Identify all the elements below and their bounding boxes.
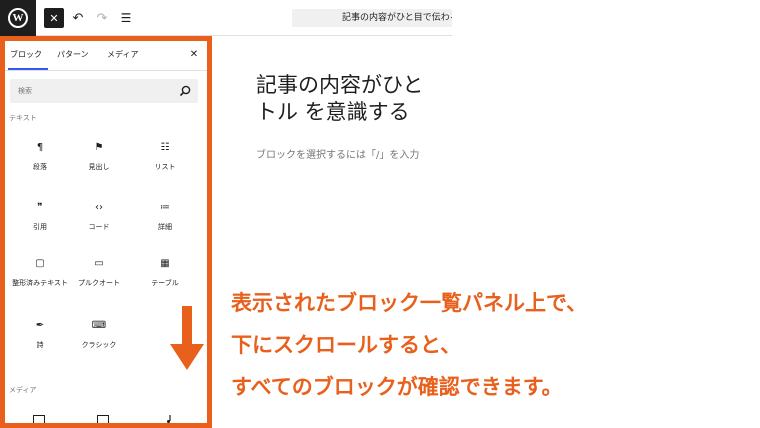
block-item-label: テーブル <box>151 279 179 287</box>
inserter-tabs: ブロック パターン メディア ✕ <box>5 41 207 71</box>
list-icon: ☷ <box>160 142 170 153</box>
code-icon: ‹› <box>95 202 103 213</box>
category-label-text: テキスト <box>9 114 37 122</box>
block-item-label: 詳細 <box>158 223 172 231</box>
undo-button[interactable]: ↶ <box>68 8 88 28</box>
tab-blocks[interactable]: ブロック <box>8 41 48 70</box>
annotation-line-2: 下にスクロールすると、 <box>231 333 462 357</box>
block-item[interactable]: ✒ 詩 <box>9 317 71 365</box>
search-placeholder: 検索 <box>18 87 32 95</box>
editor-top-toolbar: W ✕ ↶ ↷ ☰ 記事の内容がひと目で伝わるタ <box>0 0 452 36</box>
block-item[interactable]: ☷ リスト <box>134 139 196 187</box>
block-item-label: 詩 <box>36 341 44 349</box>
block-item[interactable]: ⚑ 見出し <box>68 139 130 187</box>
category-label-media: メディア <box>9 386 37 394</box>
block-item-label: 段落 <box>33 163 47 171</box>
block-item[interactable]: ≔ 詳細 <box>134 199 196 247</box>
block-item-label: プルクオート <box>78 279 120 287</box>
keyboard-icon: ⌨ <box>91 320 107 331</box>
annotation-line-1: 表示されたブロック一覧パネル上で、 <box>231 291 588 315</box>
block-item-label: 引用 <box>33 223 47 231</box>
preformatted-icon: ▢ <box>35 258 45 269</box>
block-item-label: リスト <box>154 163 176 171</box>
wordpress-logo-button[interactable]: W <box>0 0 36 36</box>
block-item[interactable]: ⌨ クラシック <box>68 317 130 365</box>
block-item-label: 見出し <box>88 163 110 171</box>
close-icon: ✕ <box>49 11 59 25</box>
paragraph-icon: ¶ <box>36 142 44 153</box>
block-item-label: クラシック <box>81 341 117 349</box>
list-view-icon: ☰ <box>120 11 132 25</box>
wordpress-logo-icon: W <box>8 8 28 28</box>
block-item-label: コード <box>88 223 110 231</box>
bookmark-icon: ⚑ <box>94 142 104 153</box>
document-title-chip[interactable]: 記事の内容がひと目で伝わるタ <box>292 9 452 27</box>
tab-patterns[interactable]: パターン <box>57 41 97 70</box>
block-item[interactable]: ‹› コード <box>68 199 130 247</box>
redo-button[interactable]: ↷ <box>92 8 112 28</box>
gallery-icon <box>97 415 109 423</box>
search-icon <box>179 85 191 97</box>
undo-icon: ↶ <box>72 10 84 26</box>
post-title-line-2: トル を意識する <box>256 99 410 124</box>
block-item-label: 整形済みテキスト <box>12 279 68 287</box>
block-item[interactable]: ▦ テーブル <box>134 255 196 303</box>
block-item[interactable]: ▢ 整形済みテキスト <box>9 255 71 303</box>
table-icon: ▦ <box>160 258 170 269</box>
post-title[interactable]: 記事の内容がひと トル を意識する <box>256 72 456 126</box>
image-icon <box>33 415 45 423</box>
close-inserter-button[interactable]: ✕ <box>44 8 64 28</box>
list-view-button[interactable]: ☰ <box>116 8 136 28</box>
block-item[interactable]: ¶ 段落 <box>9 139 71 187</box>
tab-media[interactable]: メディア <box>107 41 147 70</box>
post-title-line-1: 記事の内容がひと <box>256 73 424 97</box>
block-search-input[interactable]: 検索 <box>10 79 198 103</box>
panel-close-button[interactable]: ✕ <box>186 47 202 63</box>
pullquote-icon: ▭ <box>94 258 104 269</box>
annotation-line-3: すべてのブロックが確認できます。 <box>231 375 563 399</box>
feather-icon: ✒ <box>35 320 45 331</box>
details-icon: ≔ <box>160 202 170 213</box>
block-item[interactable]: ▭ プルクオート <box>68 255 130 303</box>
redo-icon: ↷ <box>96 10 108 26</box>
block-item[interactable]: ❞ 引用 <box>9 199 71 247</box>
paragraph-placeholder[interactable]: ブロックを選択するには「/」を入力 <box>256 146 452 161</box>
close-icon: ✕ <box>189 49 199 60</box>
scroll-down-arrow-icon <box>170 306 204 370</box>
quote-icon: ❞ <box>37 202 43 213</box>
audio-icon <box>167 415 171 423</box>
annotation-text: 表示されたブロック一覧パネル上で、 下にスクロールすると、 すべてのブロックが確… <box>231 282 751 408</box>
